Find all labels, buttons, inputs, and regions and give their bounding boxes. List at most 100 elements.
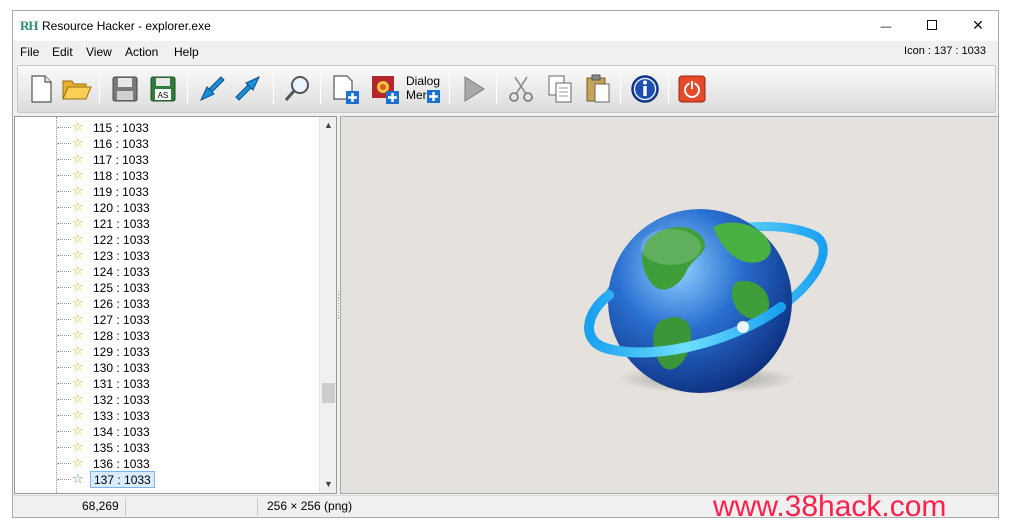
tree-connector xyxy=(57,383,71,384)
tree-item[interactable]: ☆ 116 : 1033 xyxy=(15,135,320,151)
add-image-resource-button[interactable] xyxy=(368,72,402,106)
export-icon xyxy=(235,75,261,101)
status-divider xyxy=(257,498,258,516)
import-button[interactable] xyxy=(194,72,228,106)
tree-item[interactable]: ☆ 129 : 1033 xyxy=(15,343,320,359)
minimize-button[interactable]: — xyxy=(863,11,909,41)
copy-icon xyxy=(548,75,572,103)
tree-item-label: 126 : 1033 xyxy=(93,297,150,311)
tree-item-label: 115 : 1033 xyxy=(93,121,149,135)
tree-item[interactable]: ☆ 132 : 1033 xyxy=(15,391,320,407)
tree-connector xyxy=(57,463,71,464)
star-icon: ☆ xyxy=(72,199,84,214)
tree-item[interactable]: ☆ 136 : 1033 xyxy=(15,455,320,471)
star-icon: ☆ xyxy=(72,183,84,198)
tree-item-label: 117 : 1033 xyxy=(93,153,149,167)
new-button[interactable] xyxy=(24,72,58,106)
status-image-info: 256 × 256 (png) xyxy=(267,499,353,513)
tree-item[interactable]: ☆ 126 : 1033 xyxy=(15,295,320,311)
menu-view[interactable]: View xyxy=(86,45,112,59)
toolbar-separator xyxy=(187,74,188,104)
copy-button[interactable] xyxy=(543,72,577,106)
star-icon: ☆ xyxy=(72,215,84,230)
tree-connector xyxy=(57,191,71,192)
star-icon: ☆ xyxy=(72,455,84,470)
close-button[interactable]: ✕ xyxy=(955,11,1001,41)
tree-item[interactable]: ☆ 135 : 1033 xyxy=(15,439,320,455)
add-blank-resource-button[interactable] xyxy=(328,72,362,106)
tree-item[interactable]: ☆ 131 : 1033 xyxy=(15,375,320,391)
tree-item[interactable]: ☆ 137 : 1033 xyxy=(15,471,320,488)
tree-item[interactable]: ☆ 122 : 1033 xyxy=(15,231,320,247)
tree-item-label: 120 : 1033 xyxy=(93,201,150,215)
open-icon xyxy=(62,80,92,100)
tree-item[interactable]: ☆ 127 : 1033 xyxy=(15,311,320,327)
save-as-button[interactable]: AS xyxy=(146,72,180,106)
save-icon xyxy=(112,76,138,102)
star-icon: ☆ xyxy=(72,279,84,294)
tree-item[interactable]: ☆ 115 : 1033 xyxy=(15,119,320,135)
compile-run-button[interactable] xyxy=(456,72,490,106)
tree-item[interactable]: ☆ 121 : 1033 xyxy=(15,215,320,231)
exit-button[interactable] xyxy=(675,72,709,106)
paste-button[interactable] xyxy=(581,72,615,106)
tree-item[interactable]: ☆ 124 : 1033 xyxy=(15,263,320,279)
tree-connector xyxy=(57,431,71,432)
menu-edit[interactable]: Edit xyxy=(52,45,73,59)
scroll-up-icon[interactable]: ▲ xyxy=(320,117,336,134)
menu-action[interactable]: Action xyxy=(125,45,158,59)
open-button[interactable] xyxy=(60,72,94,106)
toolbar-separator xyxy=(449,74,450,104)
export-button[interactable] xyxy=(232,72,266,106)
import-icon xyxy=(199,76,225,102)
tree-item-label: 123 : 1033 xyxy=(93,249,150,263)
exit-icon xyxy=(678,75,706,103)
cut-icon xyxy=(509,76,533,102)
tree-connector xyxy=(57,175,71,176)
tree-item[interactable]: ☆ 128 : 1033 xyxy=(15,327,320,343)
tree-connector xyxy=(57,367,71,368)
save-button[interactable] xyxy=(108,72,142,106)
maximize-button[interactable] xyxy=(909,11,955,41)
dialog-menu-button[interactable]: Dialog Mer xyxy=(404,72,444,106)
tree-connector xyxy=(57,127,71,128)
star-icon: ☆ xyxy=(72,327,84,342)
tree-item[interactable]: ☆ 125 : 1033 xyxy=(15,279,320,295)
info-button[interactable] xyxy=(628,72,662,106)
save-as-label: AS xyxy=(158,91,169,100)
star-icon: ☆ xyxy=(72,359,84,374)
toolbar-separator xyxy=(99,74,100,104)
star-icon: ☆ xyxy=(72,391,84,406)
scroll-down-icon[interactable]: ▼ xyxy=(320,476,336,493)
tree-item[interactable]: ☆ 119 : 1033 xyxy=(15,183,320,199)
tree-item[interactable]: ☆ 133 : 1033 xyxy=(15,407,320,423)
tree-item[interactable]: ☆ 134 : 1033 xyxy=(15,423,320,439)
tree-item[interactable]: ☆ 123 : 1033 xyxy=(15,247,320,263)
resource-info: Icon : 137 : 1033 xyxy=(904,45,986,57)
star-icon: ☆ xyxy=(72,135,84,150)
tree-connector xyxy=(57,143,71,144)
search-button[interactable] xyxy=(280,72,314,106)
scroll-thumb[interactable] xyxy=(322,383,335,403)
star-icon: ☆ xyxy=(72,343,84,358)
tree-item-label: 132 : 1033 xyxy=(93,393,150,407)
star-icon: ☆ xyxy=(72,423,84,438)
tree-item[interactable]: ☆ 130 : 1033 xyxy=(15,359,320,375)
resource-tree[interactable]: ☆ 115 : 1033 ☆ 116 : 1033 ☆ 117 : 1033 ☆ 118 : … xyxy=(14,116,337,494)
cut-button[interactable] xyxy=(504,72,538,106)
tree-item-label: 135 : 1033 xyxy=(93,441,150,455)
tree-item-label: 122 : 1033 xyxy=(93,233,150,247)
menu-label: Mer xyxy=(406,88,427,102)
tree-item[interactable]: ☆ 117 : 1033 xyxy=(15,151,320,167)
dialog-label: Dialog xyxy=(406,74,440,88)
tree-item-label: 129 : 1033 xyxy=(93,345,150,359)
tree-connector xyxy=(57,159,71,160)
tree-scrollbar[interactable]: ▲ ▼ xyxy=(319,117,336,493)
save-as-icon: AS xyxy=(150,76,176,102)
tree-item[interactable]: ☆ 118 : 1033 xyxy=(15,167,320,183)
menu-file[interactable]: File xyxy=(20,45,39,59)
star-icon: ☆ xyxy=(72,263,84,278)
tree-item[interactable]: ☆ 120 : 1033 xyxy=(15,199,320,215)
menu-help[interactable]: Help xyxy=(174,45,199,59)
minimize-icon: — xyxy=(880,21,892,33)
